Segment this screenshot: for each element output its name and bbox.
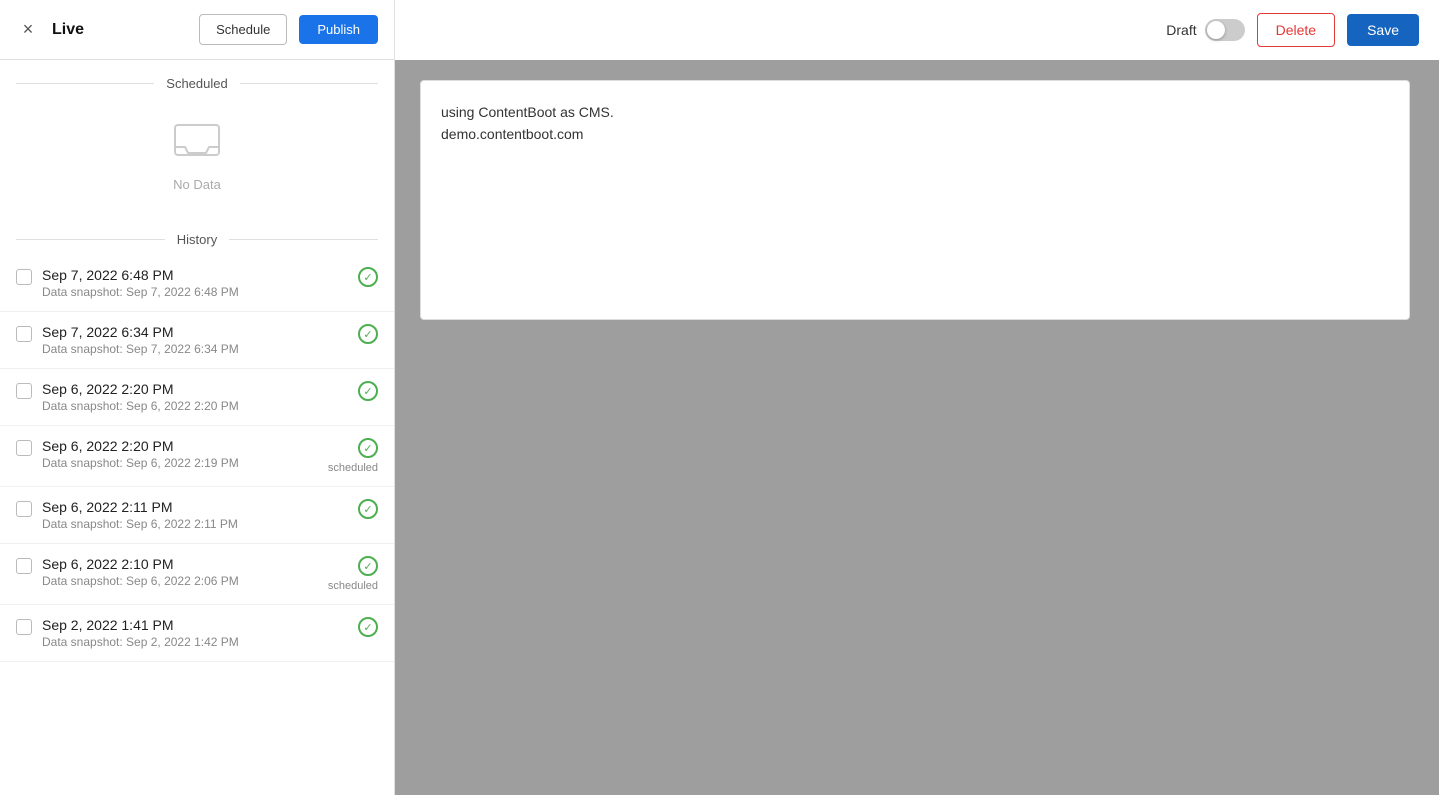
no-data-icon: [171, 123, 223, 167]
history-right: ✓: [358, 381, 378, 401]
history-time: Sep 6, 2022 2:20 PM: [42, 438, 318, 454]
no-data-label: No Data: [173, 177, 221, 192]
history-time: Sep 7, 2022 6:34 PM: [42, 324, 348, 340]
editor-line2: demo.contentboot.com: [441, 123, 1389, 145]
history-snapshot: Data snapshot: Sep 6, 2022 2:20 PM: [42, 399, 348, 413]
close-button[interactable]: ×: [16, 18, 40, 42]
history-item: Sep 2, 2022 1:41 PM Data snapshot: Sep 2…: [0, 605, 394, 662]
draft-label: Draft: [1166, 22, 1196, 38]
history-item: Sep 6, 2022 2:20 PM Data snapshot: Sep 6…: [0, 426, 394, 487]
history-item: Sep 7, 2022 6:48 PM Data snapshot: Sep 7…: [0, 255, 394, 312]
history-time: Sep 6, 2022 2:10 PM: [42, 556, 318, 572]
history-right: ✓ scheduled: [328, 556, 378, 592]
history-item: Sep 6, 2022 2:11 PM Data snapshot: Sep 6…: [0, 487, 394, 544]
editor-content: using ContentBoot as CMS. demo.contentbo…: [400, 60, 1439, 795]
no-data-area: No Data: [0, 99, 394, 216]
history-section-header: History: [0, 216, 394, 255]
sidebar-panel: × Live Schedule Publish Scheduled No Dat…: [0, 0, 395, 795]
save-button[interactable]: Save: [1347, 14, 1419, 46]
history-info: Sep 6, 2022 2:20 PM Data snapshot: Sep 6…: [42, 438, 318, 470]
check-circle-icon: ✓: [358, 617, 378, 637]
history-snapshot: Data snapshot: Sep 7, 2022 6:48 PM: [42, 285, 348, 299]
toggle-knob: [1207, 21, 1225, 39]
history-item: Sep 6, 2022 2:10 PM Data snapshot: Sep 6…: [0, 544, 394, 605]
history-snapshot: Data snapshot: Sep 7, 2022 6:34 PM: [42, 342, 348, 356]
history-snapshot: Data snapshot: Sep 6, 2022 2:19 PM: [42, 456, 318, 470]
check-circle-icon: ✓: [358, 438, 378, 458]
publish-button[interactable]: Publish: [299, 15, 378, 44]
section-line-right: [240, 83, 378, 84]
check-circle-icon: ✓: [358, 556, 378, 576]
scheduled-badge: scheduled: [328, 580, 378, 592]
check-circle-icon: ✓: [358, 324, 378, 344]
draft-toggle-area: Draft: [1166, 19, 1244, 41]
editor-card: using ContentBoot as CMS. demo.contentbo…: [420, 80, 1410, 320]
history-checkbox[interactable]: [16, 326, 32, 342]
history-info: Sep 6, 2022 2:11 PM Data snapshot: Sep 6…: [42, 499, 348, 531]
history-time: Sep 2, 2022 1:41 PM: [42, 617, 348, 633]
scheduled-section-title: Scheduled: [166, 76, 227, 91]
history-section-title: History: [177, 232, 217, 247]
scheduled-section-header: Scheduled: [0, 60, 394, 99]
sidebar-title: Live: [52, 21, 187, 39]
history-info: Sep 7, 2022 6:34 PM Data snapshot: Sep 7…: [42, 324, 348, 356]
sidebar-header: × Live Schedule Publish: [0, 0, 394, 60]
history-list: Sep 7, 2022 6:48 PM Data snapshot: Sep 7…: [0, 255, 394, 682]
history-checkbox[interactable]: [16, 501, 32, 517]
history-snapshot: Data snapshot: Sep 2, 2022 1:42 PM: [42, 635, 348, 649]
history-snapshot: Data snapshot: Sep 6, 2022 2:06 PM: [42, 574, 318, 588]
check-circle-icon: ✓: [358, 499, 378, 519]
history-time: Sep 6, 2022 2:20 PM: [42, 381, 348, 397]
history-line-left: [16, 239, 165, 240]
history-right: ✓: [358, 324, 378, 344]
schedule-button[interactable]: Schedule: [199, 14, 287, 45]
history-checkbox[interactable]: [16, 383, 32, 399]
history-info: Sep 6, 2022 2:20 PM Data snapshot: Sep 6…: [42, 381, 348, 413]
history-info: Sep 6, 2022 2:10 PM Data snapshot: Sep 6…: [42, 556, 318, 588]
check-circle-icon: ✓: [358, 267, 378, 287]
history-right: ✓: [358, 267, 378, 287]
delete-button[interactable]: Delete: [1257, 13, 1335, 47]
section-line-left: [16, 83, 154, 84]
history-checkbox[interactable]: [16, 269, 32, 285]
history-info: Sep 2, 2022 1:41 PM Data snapshot: Sep 2…: [42, 617, 348, 649]
editor-line1: using ContentBoot as CMS.: [441, 101, 1389, 123]
draft-toggle[interactable]: [1205, 19, 1245, 41]
history-right: ✓ scheduled: [328, 438, 378, 474]
check-circle-icon: ✓: [358, 381, 378, 401]
history-checkbox[interactable]: [16, 440, 32, 456]
history-right: ✓: [358, 499, 378, 519]
history-checkbox[interactable]: [16, 558, 32, 574]
history-item: Sep 7, 2022 6:34 PM Data snapshot: Sep 7…: [0, 312, 394, 369]
history-snapshot: Data snapshot: Sep 6, 2022 2:11 PM: [42, 517, 348, 531]
history-right: ✓: [358, 617, 378, 637]
history-time: Sep 6, 2022 2:11 PM: [42, 499, 348, 515]
history-line-right: [229, 239, 378, 240]
scheduled-badge: scheduled: [328, 462, 378, 474]
history-item: Sep 6, 2022 2:20 PM Data snapshot: Sep 6…: [0, 369, 394, 426]
history-info: Sep 7, 2022 6:48 PM Data snapshot: Sep 7…: [42, 267, 348, 299]
history-time: Sep 7, 2022 6:48 PM: [42, 267, 348, 283]
history-checkbox[interactable]: [16, 619, 32, 635]
